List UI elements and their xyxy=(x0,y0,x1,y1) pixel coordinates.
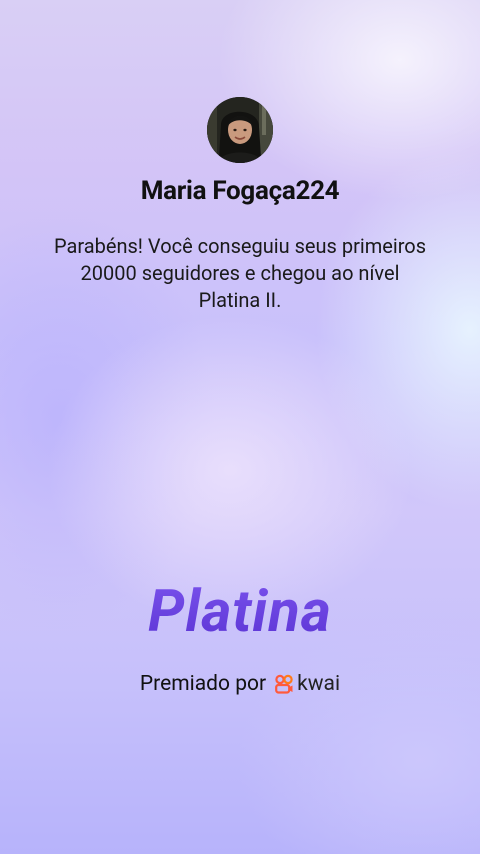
awarded-by-row: Premiado por kwai xyxy=(0,672,480,696)
achievement-message: Parabéns! Você conseguiu seus primeiros … xyxy=(53,234,427,312)
avatar[interactable] xyxy=(207,97,273,163)
kwai-brand: kwai xyxy=(274,672,340,696)
tier-name: Platina xyxy=(0,578,480,646)
avatar-photo xyxy=(207,97,273,163)
awarded-by-label: Premiado por xyxy=(139,672,267,696)
kwai-logo-icon xyxy=(275,674,293,694)
kwai-brand-name: kwai xyxy=(297,672,341,696)
achievement-screen: Maria Fogaça224 Parabéns! Você conseguiu… xyxy=(0,0,480,854)
username: Maria Fogaça224 xyxy=(140,176,340,206)
